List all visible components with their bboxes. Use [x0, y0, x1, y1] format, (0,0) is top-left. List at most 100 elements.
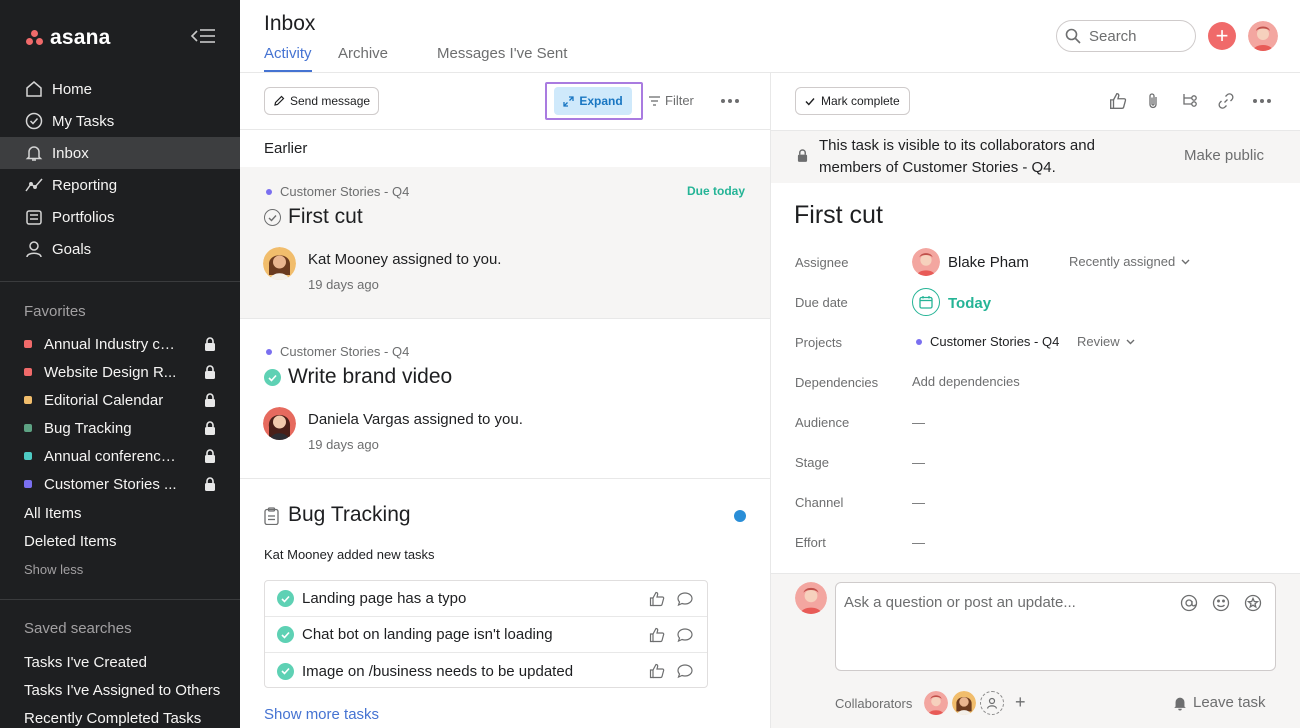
project-breadcrumb[interactable]: Customer Stories - Q4 — [266, 184, 409, 199]
sidebar-divider — [0, 281, 240, 282]
favorite-item[interactable]: Annual Industry co... — [24, 331, 216, 357]
sidebar-item-inbox[interactable]: Inbox — [0, 137, 240, 169]
add-collaborator-icon[interactable] — [980, 691, 1004, 715]
show-less-link[interactable]: Show less — [24, 562, 83, 577]
task-title-field[interactable]: First cut — [794, 201, 883, 230]
task-complete-toggle[interactable] — [264, 369, 281, 386]
inbox-item-write-brand-video[interactable] — [240, 318, 770, 478]
appreciation-icon[interactable] — [1244, 594, 1262, 612]
check-icon[interactable] — [277, 626, 294, 643]
tab-messages-sent[interactable]: Messages I've Sent — [437, 45, 567, 72]
assignee-avatar[interactable] — [912, 248, 940, 276]
field-label-dependencies: Dependencies — [795, 375, 879, 390]
leave-task-label: Leave task — [1193, 694, 1266, 711]
section-label: Earlier — [264, 140, 308, 157]
like-icon[interactable] — [1109, 92, 1127, 110]
comment-icon[interactable] — [677, 591, 693, 607]
collaborator-avatar[interactable] — [952, 691, 976, 715]
search-icon — [1065, 28, 1081, 44]
project-breadcrumb[interactable]: Customer Stories - Q4 — [266, 344, 409, 359]
favorite-label: Customer Stories ... — [44, 475, 177, 493]
more-options-icon[interactable] — [721, 98, 739, 104]
mark-complete-button[interactable]: Mark complete — [795, 87, 910, 115]
favorite-label: Bug Tracking — [44, 419, 132, 437]
search-input[interactable]: Search — [1056, 20, 1196, 52]
emoji-icon[interactable] — [1212, 594, 1230, 612]
check-icon[interactable] — [277, 590, 294, 607]
tab-archive[interactable]: Archive — [338, 45, 388, 72]
plus-icon: + — [1215, 23, 1229, 48]
attachment-icon[interactable] — [1145, 92, 1163, 110]
collapse-sidebar-icon[interactable] — [190, 26, 216, 46]
tab-activity[interactable]: Activity — [264, 45, 312, 72]
project-title[interactable]: Bug Tracking — [288, 503, 411, 527]
list-item[interactable]: Landing page has a typo — [265, 581, 707, 617]
project-color-dot — [24, 396, 32, 404]
task-title[interactable]: First cut — [288, 205, 363, 229]
saved-searches-heading[interactable]: Saved searches — [24, 620, 132, 637]
copy-link-icon[interactable] — [1217, 92, 1235, 110]
thumbs-up-icon[interactable] — [649, 591, 665, 607]
send-message-button[interactable]: Send message — [264, 87, 380, 115]
calendar-icon[interactable] — [912, 288, 940, 316]
all-items-link[interactable]: All Items — [24, 505, 82, 522]
check-icon — [805, 97, 815, 106]
leave-task-button[interactable]: Leave task — [1172, 694, 1266, 711]
due-date-value[interactable]: Today — [948, 295, 991, 312]
list-item[interactable]: Image on /business needs to be updated — [265, 653, 707, 689]
project-color-dot — [266, 188, 272, 195]
sidebar-item-portfolios[interactable]: Portfolios — [0, 201, 240, 233]
assignee-name[interactable]: Blake Pham — [948, 254, 1029, 271]
thumbs-up-icon[interactable] — [649, 663, 665, 679]
effort-value[interactable]: — — [912, 535, 925, 550]
recently-assigned-dropdown[interactable]: Recently assigned — [1069, 254, 1190, 269]
comment-icon[interactable] — [677, 663, 693, 679]
actor-name[interactable]: Daniela Vargas — [308, 411, 409, 428]
project-color-dot — [266, 348, 272, 355]
asana-logo[interactable]: asana — [26, 26, 111, 50]
filter-button[interactable]: Filter — [649, 93, 694, 108]
thumbs-up-icon[interactable] — [649, 627, 665, 643]
channel-value[interactable]: — — [912, 495, 925, 510]
stage-value[interactable]: — — [912, 455, 925, 470]
user-avatar[interactable] — [1248, 21, 1278, 51]
field-label-effort: Effort — [795, 535, 826, 550]
actor-name[interactable]: Kat Mooney — [308, 251, 388, 268]
expand-button[interactable]: Expand — [554, 87, 632, 115]
sidebar-item-my-tasks[interactable]: My Tasks — [0, 105, 240, 137]
project-tag[interactable]: Customer Stories - Q4 — [916, 334, 1059, 349]
favorite-item[interactable]: Bug Tracking — [24, 415, 216, 441]
subtask-icon[interactable] — [1181, 92, 1199, 110]
audience-value[interactable]: — — [912, 415, 925, 430]
more-options-icon[interactable] — [1253, 98, 1271, 104]
saved-search-item[interactable]: Recently Completed Tasks — [24, 710, 201, 727]
saved-search-item[interactable]: Tasks I've Assigned to Others — [24, 682, 220, 699]
project-color-dot — [916, 338, 922, 345]
collaborator-avatar[interactable] — [924, 691, 948, 715]
sidebar-item-goals[interactable]: Goals — [0, 233, 240, 265]
check-icon[interactable] — [277, 662, 294, 680]
subtask-name: Landing page has a typo — [302, 590, 467, 607]
plus-icon[interactable]: + — [1015, 693, 1026, 711]
make-public-button[interactable]: Make public — [1184, 147, 1264, 164]
add-dependencies-button[interactable]: Add dependencies — [912, 374, 1020, 389]
section-dropdown[interactable]: Review — [1077, 334, 1135, 349]
sidebar-item-reporting[interactable]: Reporting — [0, 169, 240, 201]
unread-indicator — [734, 510, 746, 522]
favorites-heading[interactable]: Favorites — [24, 303, 86, 320]
mention-icon[interactable] — [1180, 594, 1198, 612]
sidebar-item-home[interactable]: Home — [0, 73, 240, 105]
deleted-items-link[interactable]: Deleted Items — [24, 533, 117, 550]
show-more-tasks-link[interactable]: Show more tasks — [264, 706, 379, 723]
task-title[interactable]: Write brand video — [288, 365, 452, 389]
comment-icon[interactable] — [677, 627, 693, 643]
favorite-item[interactable]: Website Design R... — [24, 359, 216, 385]
favorite-item[interactable]: Annual conference... — [24, 443, 216, 469]
list-item[interactable]: Chat bot on landing page isn't loading — [265, 617, 707, 653]
task-complete-toggle[interactable] — [264, 209, 281, 226]
favorite-item[interactable]: Editorial Calendar — [24, 387, 216, 413]
quick-add-button[interactable]: + — [1208, 22, 1236, 50]
saved-search-item[interactable]: Tasks I've Created — [24, 654, 147, 671]
recently-assigned-label: Recently assigned — [1069, 254, 1176, 269]
favorite-item[interactable]: Customer Stories ... — [24, 471, 216, 497]
